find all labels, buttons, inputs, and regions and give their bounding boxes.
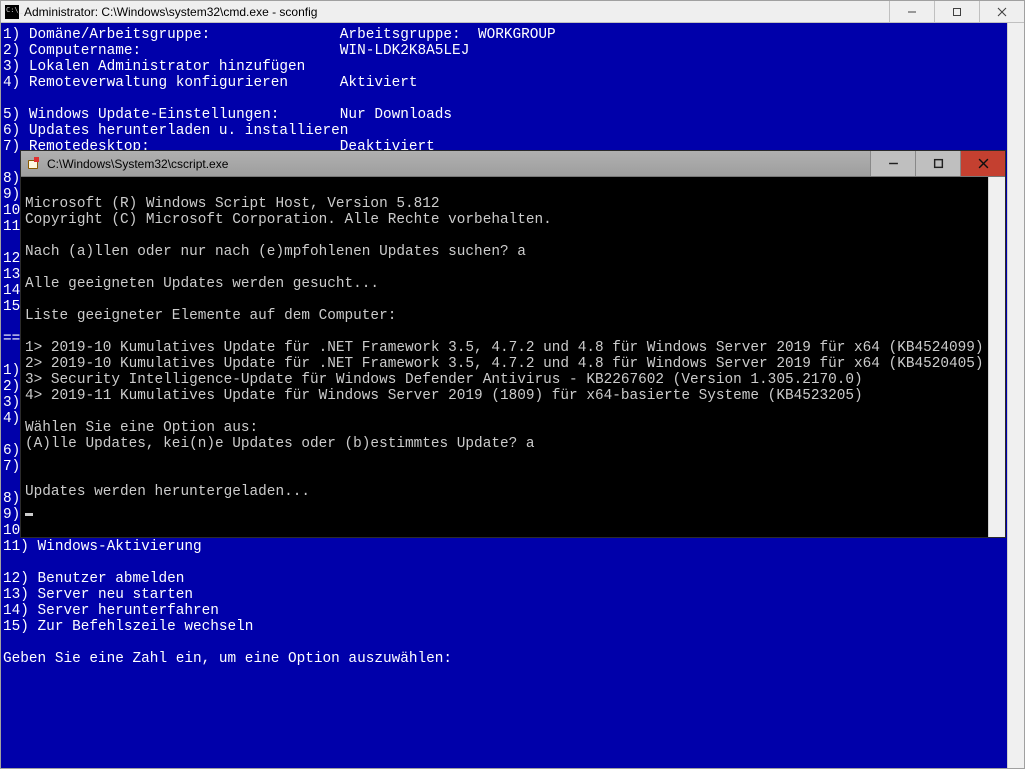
cscript-window-title: C:\Windows\System32\cscript.exe (47, 157, 228, 171)
close-button[interactable] (960, 151, 1005, 176)
cmd-titlebar[interactable]: Administrator: C:\Windows\system32\cmd.e… (1, 1, 1024, 23)
text-cursor (25, 513, 33, 516)
minimize-button[interactable] (870, 151, 915, 176)
cscript-terminal-content[interactable]: Microsoft (R) Windows Script Host, Versi… (21, 177, 988, 537)
cmd-window-controls (889, 1, 1024, 22)
close-button[interactable] (979, 1, 1024, 22)
cscript-window: C:\Windows\System32\cscript.exe Microsof… (20, 150, 1006, 538)
cscript-scrollbar[interactable] (988, 177, 1005, 537)
cscript-icon (27, 157, 41, 171)
minimize-button[interactable] (889, 1, 934, 22)
cscript-titlebar[interactable]: C:\Windows\System32\cscript.exe (21, 151, 1005, 177)
cscript-window-controls (870, 151, 1005, 176)
cmd-icon (5, 5, 19, 19)
maximize-button[interactable] (915, 151, 960, 176)
cmd-window-title: Administrator: C:\Windows\system32\cmd.e… (24, 5, 317, 19)
maximize-button[interactable] (934, 1, 979, 22)
cscript-output: Microsoft (R) Windows Script Host, Versi… (25, 196, 984, 500)
cmd-scrollbar[interactable] (1007, 23, 1024, 768)
